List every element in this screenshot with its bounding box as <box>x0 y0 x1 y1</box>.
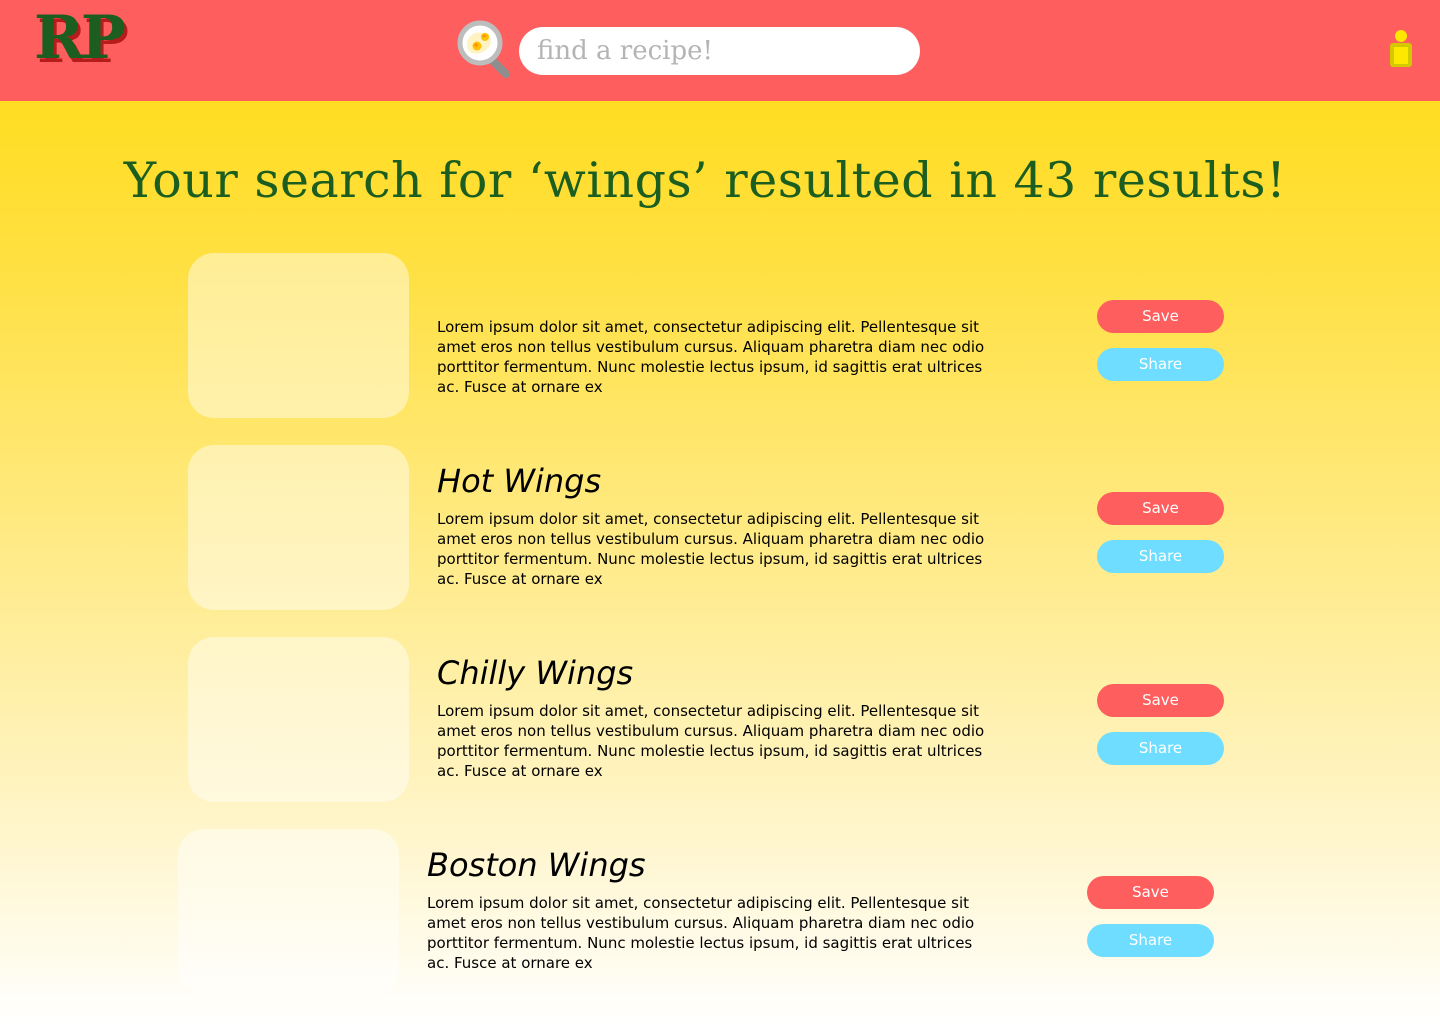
recipe-card[interactable]: Lorem ipsum dolor sit amet, consectetur … <box>188 253 1228 419</box>
recipe-title[interactable]: Chilly Wings <box>437 651 633 695</box>
top-bar: RP <box>0 0 1440 101</box>
search-input[interactable] <box>519 27 920 75</box>
recipe-description: Lorem ipsum dolor sit amet, consectetur … <box>437 510 985 588</box>
recipe-title[interactable]: Hot Wings <box>437 459 601 503</box>
recipe-thumbnail[interactable] <box>188 637 409 802</box>
recipe-thumbnail[interactable] <box>188 253 409 418</box>
recipe-thumbnail[interactable] <box>178 829 399 994</box>
recipe-description: Lorem ipsum dolor sit amet, consectetur … <box>427 894 975 972</box>
magnifier-with-eggs-icon[interactable] <box>456 20 512 78</box>
user-profile-icon[interactable] <box>1387 28 1415 70</box>
share-button[interactable]: Share <box>1097 732 1224 765</box>
share-button[interactable]: Share <box>1097 540 1224 573</box>
recipe-description: Lorem ipsum dolor sit amet, consectetur … <box>437 702 985 780</box>
recipe-card[interactable]: Chilly Wings Lorem ipsum dolor sit amet,… <box>188 637 1228 803</box>
save-button[interactable]: Save <box>1097 300 1224 333</box>
search-results-title: Your search for ‘wings’ resulted in 43 r… <box>123 152 1287 209</box>
share-button[interactable]: Share <box>1087 924 1214 957</box>
recipe-description: Lorem ipsum dolor sit amet, consectetur … <box>437 318 985 396</box>
recipe-card[interactable]: Boston Wings Lorem ipsum dolor sit amet,… <box>178 829 1218 995</box>
recipe-thumbnail[interactable] <box>188 445 409 610</box>
site-logo[interactable]: RP <box>34 8 126 68</box>
save-button[interactable]: Save <box>1087 876 1214 909</box>
recipe-title[interactable]: Boston Wings <box>427 843 646 887</box>
save-button[interactable]: Save <box>1097 492 1224 525</box>
save-button[interactable]: Save <box>1097 684 1224 717</box>
recipe-card[interactable]: Hot Wings Lorem ipsum dolor sit amet, co… <box>188 445 1228 611</box>
share-button[interactable]: Share <box>1097 348 1224 381</box>
